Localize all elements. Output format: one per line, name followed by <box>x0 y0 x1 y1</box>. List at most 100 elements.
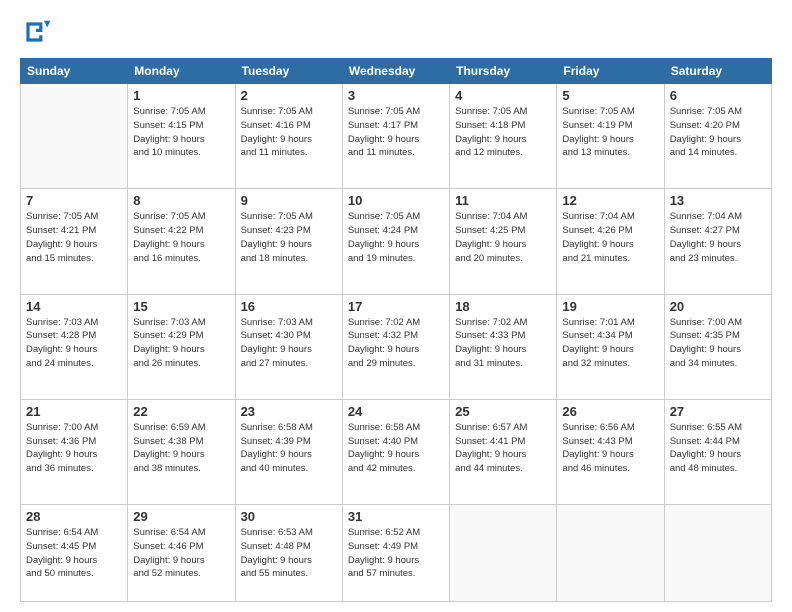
day-number: 26 <box>562 404 658 419</box>
day-number: 9 <box>241 193 337 208</box>
cell-info: Sunrise: 7:02 AMSunset: 4:32 PMDaylight:… <box>348 316 444 371</box>
table-row: 26 Sunrise: 6:56 AMSunset: 4:43 PMDayligh… <box>557 399 664 504</box>
day-number: 1 <box>133 88 229 103</box>
table-row: 29Sunrise: 6:54 AMSunset: 4:46 PMDayligh… <box>128 505 235 602</box>
day-number: 11 <box>455 193 551 208</box>
table-row <box>557 505 664 602</box>
day-number: 5 <box>562 88 658 103</box>
table-row: 18 Sunrise: 7:02 AMSunset: 4:33 PMDayligh… <box>450 294 557 399</box>
day-number: 30 <box>241 509 337 524</box>
day-number: 10 <box>348 193 444 208</box>
table-row: 28Sunrise: 6:54 AMSunset: 4:45 PMDayligh… <box>21 505 128 602</box>
day-number: 19 <box>562 299 658 314</box>
table-row: 30 Sunrise: 6:53 AMSunset: 4:48 PMDayligh… <box>235 505 342 602</box>
cell-info: Sunrise: 6:58 AMSunset: 4:40 PMDaylight:… <box>348 421 444 476</box>
table-row: 7Sunrise: 7:05 AMSunset: 4:21 PMDaylight… <box>21 189 128 294</box>
calendar-week-row: 1 Sunrise: 7:05 AMSunset: 4:15 PMDaylight… <box>21 84 772 189</box>
day-number: 21 <box>26 404 122 419</box>
table-row: 19 Sunrise: 7:01 AMSunset: 4:34 PMDayligh… <box>557 294 664 399</box>
col-friday: Friday <box>557 59 664 84</box>
table-row: 15 Sunrise: 7:03 AMSunset: 4:29 PMDayligh… <box>128 294 235 399</box>
table-row: 31 Sunrise: 6:52 AMSunset: 4:49 PMDayligh… <box>342 505 449 602</box>
header <box>20 16 772 48</box>
col-sunday: Sunday <box>21 59 128 84</box>
day-number: 13 <box>670 193 766 208</box>
cell-info: Sunrise: 7:05 AMSunset: 4:19 PMDaylight:… <box>562 105 658 160</box>
table-row: 23 Sunrise: 6:58 AMSunset: 4:39 PMDayligh… <box>235 399 342 504</box>
logo <box>20 16 56 48</box>
cell-info: Sunrise: 6:56 AMSunset: 4:43 PMDaylight:… <box>562 421 658 476</box>
cell-info: Sunrise: 7:02 AMSunset: 4:33 PMDaylight:… <box>455 316 551 371</box>
day-number: 6 <box>670 88 766 103</box>
cell-info: Sunrise: 7:05 AMSunset: 4:24 PMDaylight:… <box>348 210 444 265</box>
table-row: 24 Sunrise: 6:58 AMSunset: 4:40 PMDayligh… <box>342 399 449 504</box>
table-row <box>21 84 128 189</box>
table-row <box>664 505 771 602</box>
day-number: 15 <box>133 299 229 314</box>
cell-info: Sunrise: 6:52 AMSunset: 4:49 PMDaylight:… <box>348 526 444 581</box>
day-number: 27 <box>670 404 766 419</box>
day-number: 25 <box>455 404 551 419</box>
col-monday: Monday <box>128 59 235 84</box>
cell-info: Sunrise: 7:03 AMSunset: 4:28 PMDaylight:… <box>26 316 122 371</box>
table-row: 20 Sunrise: 7:00 AMSunset: 4:35 PMDayligh… <box>664 294 771 399</box>
calendar-week-row: 14 Sunrise: 7:03 AMSunset: 4:28 PMDayligh… <box>21 294 772 399</box>
cell-info: Sunrise: 6:58 AMSunset: 4:39 PMDaylight:… <box>241 421 337 476</box>
table-row: 5 Sunrise: 7:05 AMSunset: 4:19 PMDaylight… <box>557 84 664 189</box>
cell-info: Sunrise: 7:01 AMSunset: 4:34 PMDaylight:… <box>562 316 658 371</box>
calendar-week-row: 7Sunrise: 7:05 AMSunset: 4:21 PMDaylight… <box>21 189 772 294</box>
table-row: 10 Sunrise: 7:05 AMSunset: 4:24 PMDayligh… <box>342 189 449 294</box>
calendar-week-row: 28Sunrise: 6:54 AMSunset: 4:45 PMDayligh… <box>21 505 772 602</box>
table-row: 25 Sunrise: 6:57 AMSunset: 4:41 PMDayligh… <box>450 399 557 504</box>
day-header-row: Sunday Monday Tuesday Wednesday Thursday… <box>21 59 772 84</box>
cell-info: Sunrise: 7:05 AMSunset: 4:22 PMDaylight:… <box>133 210 229 265</box>
cell-info: Sunrise: 6:54 AMSunset: 4:46 PMDaylight:… <box>133 526 229 581</box>
day-number: 22 <box>133 404 229 419</box>
table-row: 16Sunrise: 7:03 AMSunset: 4:30 PMDayligh… <box>235 294 342 399</box>
day-number: 7 <box>26 193 122 208</box>
day-number: 14 <box>26 299 122 314</box>
table-row: 13 Sunrise: 7:04 AMSunset: 4:27 PMDayligh… <box>664 189 771 294</box>
table-row: 3 Sunrise: 7:05 AMSunset: 4:17 PMDaylight… <box>342 84 449 189</box>
cell-info: Sunrise: 7:05 AMSunset: 4:16 PMDaylight:… <box>241 105 337 160</box>
day-number: 4 <box>455 88 551 103</box>
logo-icon <box>20 16 52 48</box>
table-row <box>450 505 557 602</box>
col-thursday: Thursday <box>450 59 557 84</box>
day-number: 18 <box>455 299 551 314</box>
day-number: 31 <box>348 509 444 524</box>
day-number: 24 <box>348 404 444 419</box>
cell-info: Sunrise: 7:04 AMSunset: 4:27 PMDaylight:… <box>670 210 766 265</box>
cell-info: Sunrise: 6:57 AMSunset: 4:41 PMDaylight:… <box>455 421 551 476</box>
day-number: 20 <box>670 299 766 314</box>
day-number: 28 <box>26 509 122 524</box>
calendar-table: Sunday Monday Tuesday Wednesday Thursday… <box>20 58 772 602</box>
table-row: 17Sunrise: 7:02 AMSunset: 4:32 PMDayligh… <box>342 294 449 399</box>
day-number: 2 <box>241 88 337 103</box>
table-row: 21 Sunrise: 7:00 AMSunset: 4:36 PMDayligh… <box>21 399 128 504</box>
cell-info: Sunrise: 7:05 AMSunset: 4:18 PMDaylight:… <box>455 105 551 160</box>
page: Sunday Monday Tuesday Wednesday Thursday… <box>0 0 792 612</box>
day-number: 8 <box>133 193 229 208</box>
col-saturday: Saturday <box>664 59 771 84</box>
cell-info: Sunrise: 7:05 AMSunset: 4:15 PMDaylight:… <box>133 105 229 160</box>
cell-info: Sunrise: 7:00 AMSunset: 4:35 PMDaylight:… <box>670 316 766 371</box>
table-row: 12Sunrise: 7:04 AMSunset: 4:26 PMDayligh… <box>557 189 664 294</box>
table-row: 14 Sunrise: 7:03 AMSunset: 4:28 PMDayligh… <box>21 294 128 399</box>
cell-info: Sunrise: 7:04 AMSunset: 4:26 PMDaylight:… <box>562 210 658 265</box>
cell-info: Sunrise: 7:04 AMSunset: 4:25 PMDaylight:… <box>455 210 551 265</box>
day-number: 16 <box>241 299 337 314</box>
cell-info: Sunrise: 6:53 AMSunset: 4:48 PMDaylight:… <box>241 526 337 581</box>
table-row: 6Sunrise: 7:05 AMSunset: 4:20 PMDaylight… <box>664 84 771 189</box>
day-number: 23 <box>241 404 337 419</box>
day-number: 3 <box>348 88 444 103</box>
table-row: 11 Sunrise: 7:04 AMSunset: 4:25 PMDayligh… <box>450 189 557 294</box>
table-row: 4 Sunrise: 7:05 AMSunset: 4:18 PMDaylight… <box>450 84 557 189</box>
table-row: 2 Sunrise: 7:05 AMSunset: 4:16 PMDaylight… <box>235 84 342 189</box>
table-row: 1 Sunrise: 7:05 AMSunset: 4:15 PMDaylight… <box>128 84 235 189</box>
cell-info: Sunrise: 7:03 AMSunset: 4:29 PMDaylight:… <box>133 316 229 371</box>
cell-info: Sunrise: 7:00 AMSunset: 4:36 PMDaylight:… <box>26 421 122 476</box>
cell-info: Sunrise: 6:55 AMSunset: 4:44 PMDaylight:… <box>670 421 766 476</box>
calendar-week-row: 21 Sunrise: 7:00 AMSunset: 4:36 PMDayligh… <box>21 399 772 504</box>
cell-info: Sunrise: 7:05 AMSunset: 4:17 PMDaylight:… <box>348 105 444 160</box>
